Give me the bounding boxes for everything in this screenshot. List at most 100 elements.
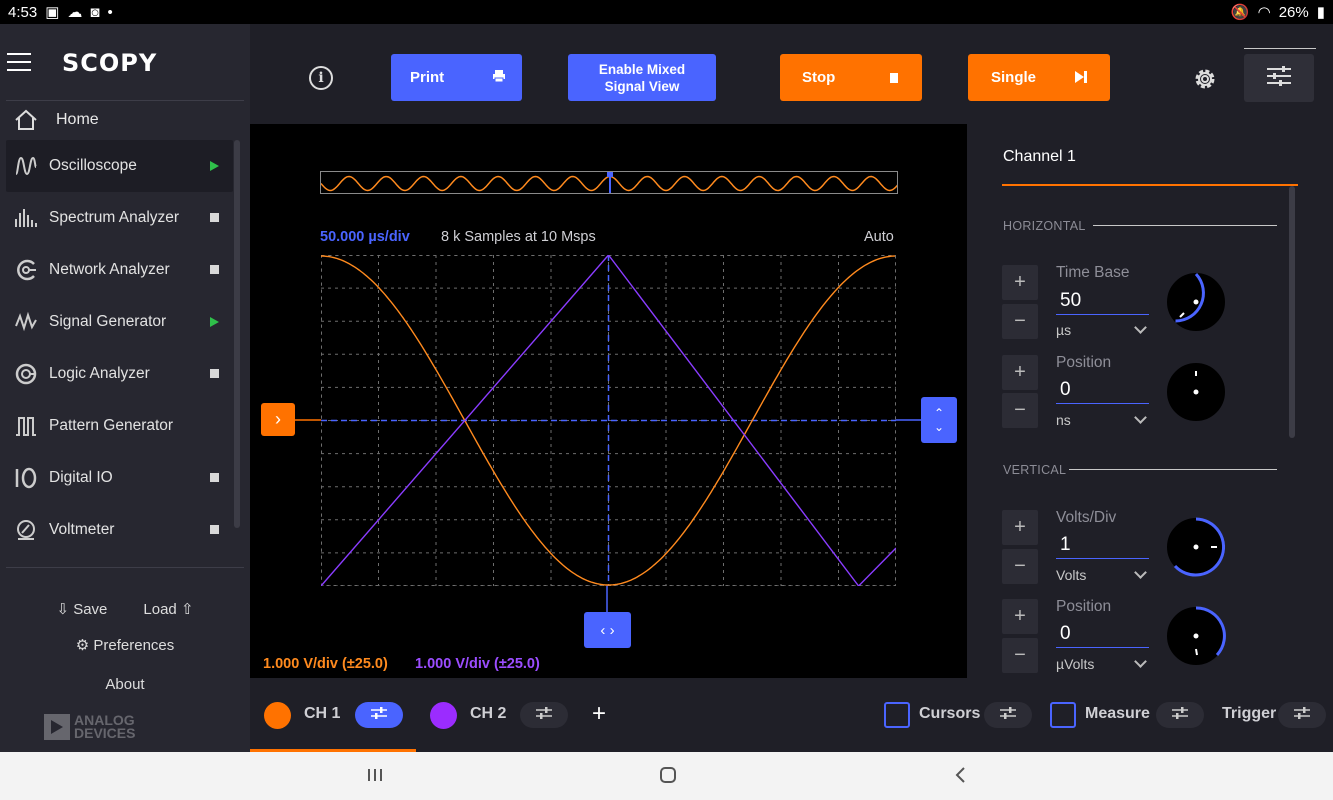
top-toolbar: i Print Enable Mixed Signal View Stop Si… xyxy=(250,24,1333,124)
preferences-button[interactable]: ⚙ Preferences xyxy=(0,636,250,654)
run-indicator-icon[interactable] xyxy=(210,317,219,327)
measure-label[interactable]: Measure xyxy=(1085,705,1150,723)
stop-indicator-icon[interactable] xyxy=(210,369,219,378)
sidebar-item-pattern-generator[interactable]: Pattern Generator xyxy=(6,400,233,452)
trigger-position-handle[interactable]: ‹ › xyxy=(584,612,631,648)
digital-io-icon xyxy=(6,467,46,489)
sidebar-scrollbar[interactable] xyxy=(234,140,240,528)
mixed-signal-label-line1: Enable Mixed xyxy=(598,61,686,77)
add-channel-button[interactable]: + xyxy=(592,700,606,728)
info-icon[interactable]: i xyxy=(309,66,333,90)
status-bar: 4:53 ▣ ☁ ◙ • 🔕 ◠ 26% ▮ xyxy=(0,0,1333,24)
sidebar: SCOPY Home Oscilloscope Spectrum Analyzer… xyxy=(0,24,250,752)
settings-gear-icon[interactable] xyxy=(1192,66,1218,92)
time-base-knob[interactable] xyxy=(1165,271,1227,333)
sidebar-item-label: Signal Generator xyxy=(49,313,167,330)
dot-icon: • xyxy=(107,3,113,21)
panel-scrollbar[interactable] xyxy=(1289,186,1295,438)
time-base-minus-button[interactable]: − xyxy=(1002,304,1038,339)
input-underline xyxy=(1056,314,1149,315)
hamburger-menu-icon[interactable] xyxy=(7,53,31,71)
time-base-unit-select[interactable]: µs xyxy=(1056,322,1071,338)
ch1-settings-button[interactable] xyxy=(355,702,403,728)
trigger-level-handle[interactable]: ⌃ ⌄ xyxy=(921,397,957,443)
channel-bar: CH 1 CH 2 + Cursors Measure Trigger xyxy=(250,678,1333,752)
back-nav-icon[interactable] xyxy=(952,766,970,789)
general-settings-button[interactable] xyxy=(1244,54,1314,102)
measure-checkbox[interactable] xyxy=(1050,702,1076,728)
ch2-color-indicator[interactable] xyxy=(430,702,457,729)
sidebar-item-signal-generator[interactable]: Signal Generator xyxy=(6,296,233,348)
h-position-unit-select[interactable]: ns xyxy=(1056,412,1071,428)
ch2-label[interactable]: CH 2 xyxy=(470,705,506,723)
time-base-label: Time Base xyxy=(1056,264,1130,281)
save-button[interactable]: ⇩ Save xyxy=(56,600,107,618)
v-position-plus-button[interactable]: + xyxy=(1002,599,1038,634)
v-position-minus-button[interactable]: − xyxy=(1002,638,1038,673)
stop-indicator-icon[interactable] xyxy=(210,265,219,274)
sliders-icon xyxy=(1294,706,1310,724)
stop-button[interactable]: Stop xyxy=(780,54,922,101)
stop-indicator-icon[interactable] xyxy=(210,525,219,534)
measure-settings-button[interactable] xyxy=(1156,702,1204,728)
print-button[interactable]: Print xyxy=(391,54,522,101)
panel-title: Channel 1 xyxy=(1003,148,1076,165)
sidebar-item-oscilloscope[interactable]: Oscilloscope xyxy=(6,140,233,192)
h-position-input[interactable]: 0 xyxy=(1060,379,1071,401)
h-position-knob[interactable] xyxy=(1165,361,1227,423)
sidebar-item-spectrum-analyzer[interactable]: Spectrum Analyzer xyxy=(6,192,233,244)
cursors-settings-button[interactable] xyxy=(984,702,1032,728)
ch1-label[interactable]: CH 1 xyxy=(304,705,340,723)
plot-overlay-lines xyxy=(295,419,921,612)
volts-div-plus-button[interactable]: + xyxy=(1002,510,1038,545)
ch1-offset-handle[interactable]: › xyxy=(261,403,295,436)
load-icon: ⇧ xyxy=(176,601,194,618)
run-indicator-icon[interactable] xyxy=(210,161,219,171)
volts-div-input[interactable]: 1 xyxy=(1060,534,1071,556)
chevron-down-icon[interactable] xyxy=(1134,566,1147,579)
oscilloscope-plot[interactable]: 50.000 µs/div 8 k Samples at 10 Msps Aut… xyxy=(250,124,967,678)
sidebar-item-logic-analyzer[interactable]: Logic Analyzer xyxy=(6,348,233,400)
stop-indicator-icon[interactable] xyxy=(210,213,219,222)
chevron-down-icon[interactable] xyxy=(1134,321,1147,334)
sliders-icon xyxy=(1172,706,1188,724)
section-divider xyxy=(1069,469,1277,470)
h-position-plus-button[interactable]: + xyxy=(1002,355,1038,390)
mixed-signal-view-button[interactable]: Enable Mixed Signal View xyxy=(568,54,716,101)
sidebar-item-home[interactable]: Home xyxy=(6,104,243,136)
ch2-settings-button[interactable] xyxy=(520,702,568,728)
trigger-settings-button[interactable] xyxy=(1278,702,1326,728)
single-button[interactable]: Single xyxy=(968,54,1110,101)
stop-indicator-icon[interactable] xyxy=(210,473,219,482)
volts-div-knob[interactable] xyxy=(1165,516,1227,578)
volts-div-unit-select[interactable]: Volts xyxy=(1056,567,1086,583)
time-base-plus-button[interactable]: + xyxy=(1002,265,1038,300)
v-position-knob[interactable] xyxy=(1165,605,1227,667)
time-base-input[interactable]: 50 xyxy=(1060,290,1081,312)
sidebar-item-network-analyzer[interactable]: Network Analyzer xyxy=(6,244,233,296)
h-position-minus-button[interactable]: − xyxy=(1002,393,1038,428)
single-label: Single xyxy=(991,69,1037,86)
sliders-icon xyxy=(1266,65,1292,91)
recent-apps-icon[interactable] xyxy=(366,766,384,789)
step-forward-icon xyxy=(1074,70,1088,89)
chevron-down-icon[interactable] xyxy=(1134,411,1147,424)
about-button[interactable]: About xyxy=(0,676,250,693)
v-position-unit-select[interactable]: µVolts xyxy=(1056,656,1094,672)
ch1-color-indicator[interactable] xyxy=(264,702,291,729)
cursors-label[interactable]: Cursors xyxy=(919,705,980,723)
sidebar-item-voltmeter[interactable]: Voltmeter xyxy=(6,504,233,556)
signal-generator-icon xyxy=(6,311,46,333)
home-nav-icon[interactable] xyxy=(659,766,677,789)
chevron-down-icon[interactable] xyxy=(1134,655,1147,668)
v-position-input[interactable]: 0 xyxy=(1060,623,1071,645)
load-button[interactable]: Load ⇧ xyxy=(143,600,193,618)
save-icon: ⇩ xyxy=(56,601,74,618)
sidebar-item-digital-io[interactable]: Digital IO xyxy=(6,452,233,504)
input-underline xyxy=(1056,558,1149,559)
cursors-checkbox[interactable] xyxy=(884,702,910,728)
trigger-label[interactable]: Trigger xyxy=(1222,705,1276,723)
volts-div-minus-button[interactable]: − xyxy=(1002,549,1038,584)
sidebar-divider xyxy=(6,100,244,101)
analog-devices-logo: ANALOG DEVICES xyxy=(44,713,135,740)
